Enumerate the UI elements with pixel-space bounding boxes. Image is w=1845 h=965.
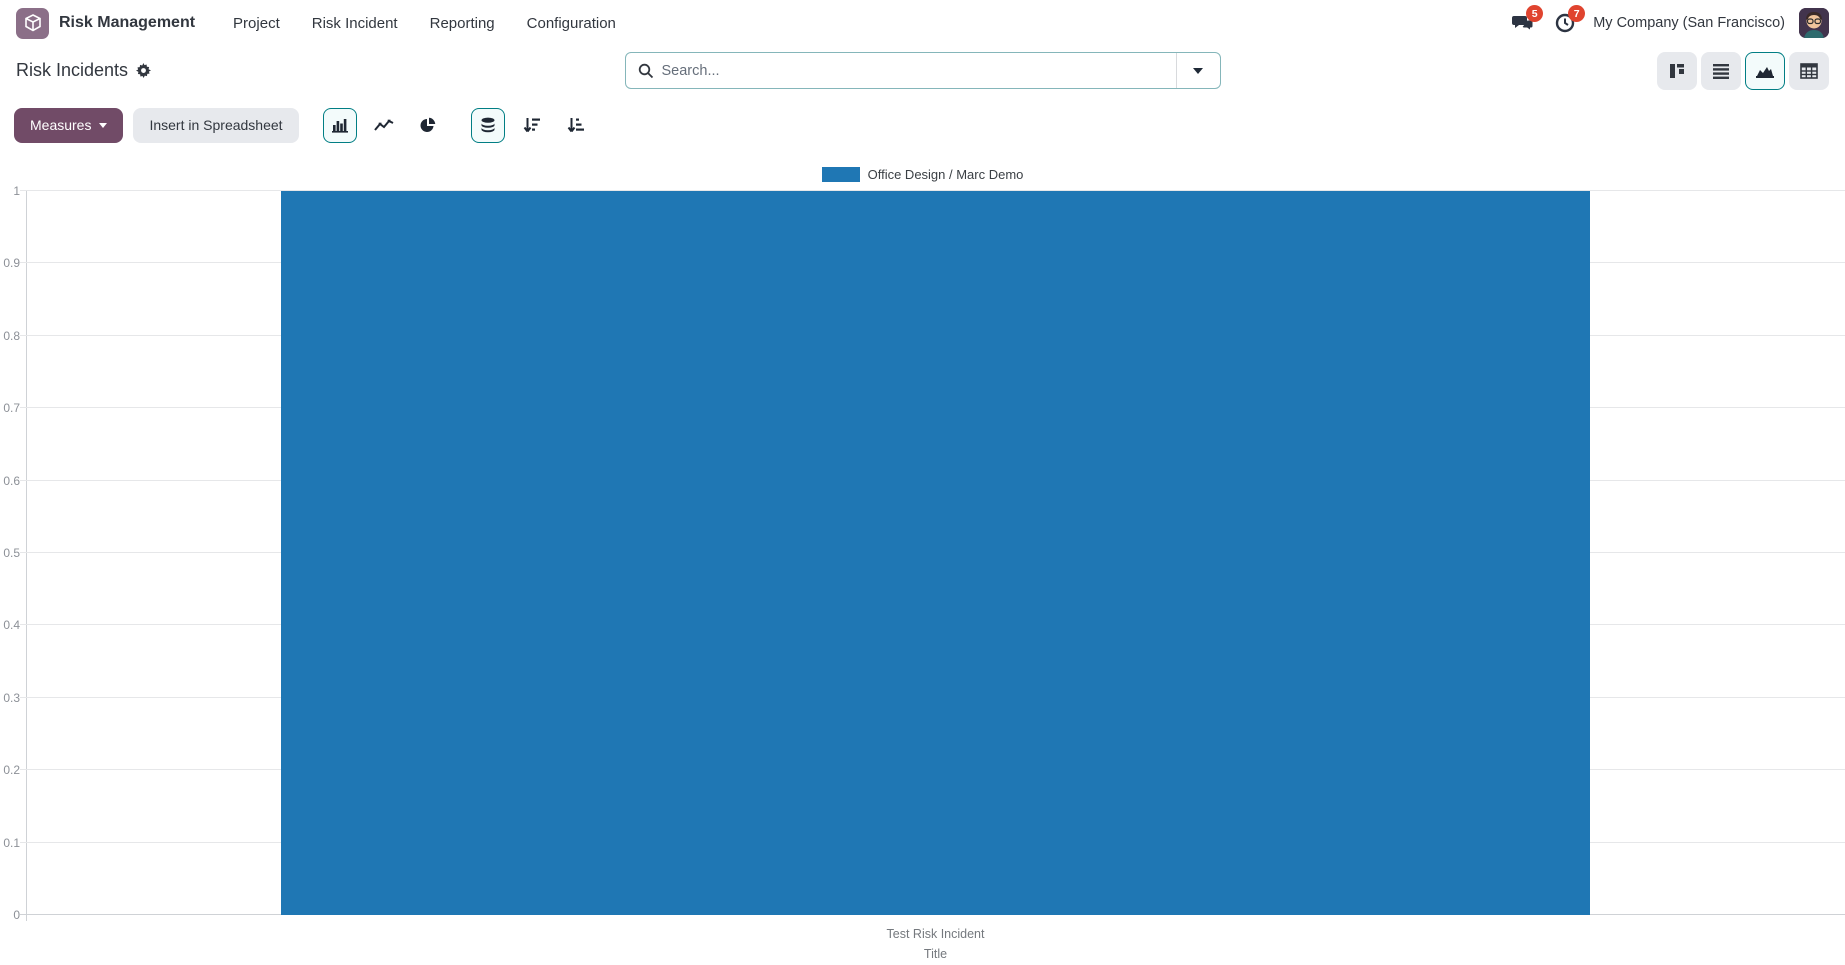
y-axis-tick-label: 0.2 bbox=[3, 763, 20, 778]
activities-badge: 7 bbox=[1568, 5, 1586, 22]
gear-icon[interactable] bbox=[136, 63, 152, 78]
y-axis-tick-label: 0.6 bbox=[3, 473, 20, 488]
graph-view: Office Design / Marc Demo 0 0.1 0.2 0.3 0.4 0… bbox=[0, 155, 1845, 965]
line-chart-mode-button[interactable] bbox=[367, 108, 401, 143]
search-bar bbox=[624, 52, 1221, 89]
company-selector[interactable]: My Company (San Francisco) bbox=[1593, 15, 1785, 31]
graph-icon bbox=[1756, 67, 1774, 78]
list-icon bbox=[1713, 63, 1729, 79]
measures-label: Measures bbox=[30, 117, 92, 133]
pivot-icon bbox=[1800, 62, 1818, 79]
insert-label: Insert in Spreadsheet bbox=[149, 117, 283, 133]
y-axis-tick-label: 1 bbox=[13, 184, 20, 198]
y-axis-tick-label: 0.9 bbox=[3, 256, 20, 271]
breadcrumb: Risk Incidents bbox=[16, 60, 625, 81]
chart-legend[interactable]: Office Design / Marc Demo bbox=[0, 167, 1845, 182]
stacked-toggle-button[interactable] bbox=[470, 107, 505, 143]
messages-button[interactable]: 5 bbox=[1509, 5, 1544, 37]
x-axis-title: Title bbox=[923, 947, 948, 961]
x-axis-tick-label: Test Risk Incident bbox=[886, 927, 985, 941]
sort-amount-desc-icon bbox=[523, 118, 540, 133]
menu-project[interactable]: Project bbox=[221, 9, 292, 38]
graph-toolbar: Measures Insert in Spreadsheet bbox=[0, 95, 1845, 155]
y-axis-tick-label: 0.4 bbox=[3, 618, 20, 633]
systray: 5 7 My Company (San Francisco) bbox=[1509, 5, 1829, 38]
legend-swatch bbox=[821, 167, 860, 182]
search-main bbox=[626, 62, 1176, 79]
view-pivot-button[interactable] bbox=[1789, 51, 1829, 90]
sort-desc-button[interactable] bbox=[515, 108, 549, 143]
control-panel-header: Risk Incidents bbox=[0, 46, 1845, 95]
activities-button[interactable]: 7 bbox=[1551, 5, 1586, 37]
page-title: Risk Incidents bbox=[16, 60, 129, 80]
view-kanban-button[interactable] bbox=[1657, 51, 1697, 90]
user-avatar[interactable] bbox=[1799, 8, 1829, 38]
pie-chart-icon bbox=[420, 117, 436, 132]
pie-chart-mode-button[interactable] bbox=[411, 108, 445, 143]
sort-asc-button[interactable] bbox=[559, 108, 593, 143]
sort-amount-asc-icon bbox=[567, 118, 584, 133]
y-axis-tick-label: 0.7 bbox=[3, 401, 20, 416]
menu-risk-incident[interactable]: Risk Incident bbox=[300, 9, 410, 38]
menu-configuration[interactable]: Configuration bbox=[515, 9, 628, 38]
messages-badge: 5 bbox=[1526, 5, 1544, 22]
view-graph-button[interactable] bbox=[1745, 51, 1785, 90]
search-icon bbox=[638, 63, 653, 78]
view-switcher bbox=[1221, 51, 1829, 90]
y-axis-tick-label: 0.5 bbox=[3, 546, 20, 560]
app-name: Risk Management bbox=[59, 14, 196, 31]
view-list-button[interactable] bbox=[1701, 51, 1741, 90]
chart-bar[interactable] bbox=[280, 191, 1591, 915]
insert-in-spreadsheet-button[interactable]: Insert in Spreadsheet bbox=[133, 107, 299, 143]
app-switcher[interactable]: Risk Management bbox=[16, 7, 196, 39]
chevron-down-icon bbox=[99, 122, 108, 128]
bar-chart-mode-button[interactable] bbox=[322, 107, 357, 143]
chevron-down-icon bbox=[1193, 67, 1203, 74]
app-logo-icon bbox=[16, 7, 49, 39]
main-menu: Project Risk Incident Reporting Configur… bbox=[221, 9, 628, 38]
plot-area: 0 0.1 0.2 0.3 0.4 0.5 0.6 0.7 0.8 0.9 1 bbox=[3, 184, 1845, 922]
measures-button[interactable]: Measures bbox=[14, 107, 124, 143]
y-axis-tick-label: 0 bbox=[13, 908, 20, 922]
bar-chart-icon bbox=[331, 119, 348, 133]
kanban-icon bbox=[1670, 63, 1684, 78]
y-axis-tick-label: 0.8 bbox=[3, 328, 20, 343]
menu-reporting[interactable]: Reporting bbox=[418, 9, 507, 38]
y-axis-tick-label: 0.3 bbox=[3, 690, 20, 705]
top-navbar: Risk Management Project Risk Incident Re… bbox=[0, 0, 1845, 46]
stacked-database-icon bbox=[481, 117, 495, 132]
line-chart-icon bbox=[373, 119, 394, 131]
search-input[interactable] bbox=[661, 62, 1164, 79]
legend-label: Office Design / Marc Demo bbox=[867, 167, 1024, 182]
y-axis-tick-label: 0.1 bbox=[3, 835, 20, 850]
search-options-toggle[interactable] bbox=[1175, 53, 1220, 88]
